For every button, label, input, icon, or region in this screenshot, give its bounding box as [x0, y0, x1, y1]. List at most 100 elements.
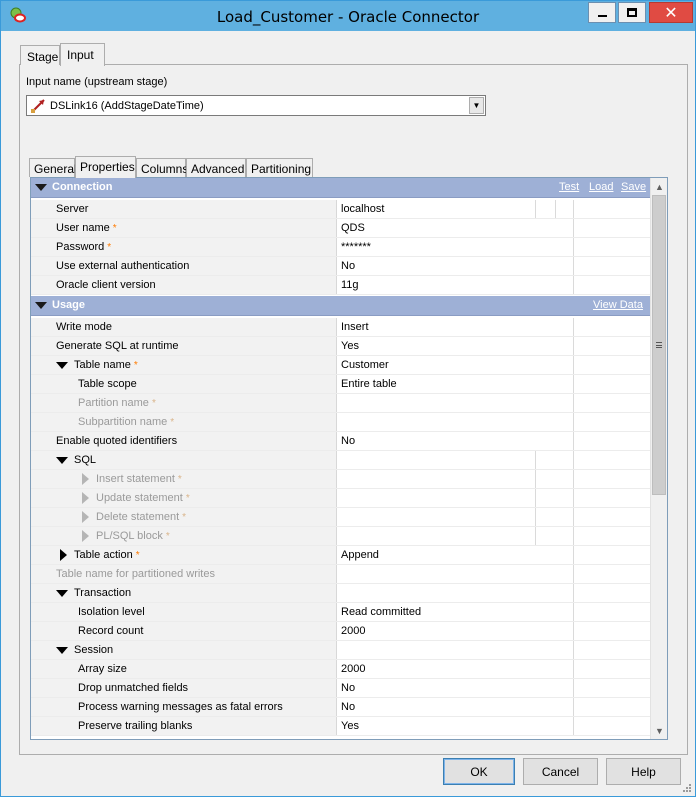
property-row-delete-statement[interactable]: Delete statement *	[31, 508, 650, 527]
tab-stage[interactable]: Stage	[20, 45, 60, 65]
tab-partitioning[interactable]: Partitioning	[246, 158, 313, 177]
expand-triangle-icon[interactable]	[56, 590, 68, 597]
property-row-preserve-trailing-blanks[interactable]: Preserve trailing blanks Yes	[31, 717, 650, 736]
test-link[interactable]: Test	[559, 181, 579, 193]
property-value-cell[interactable]: localhost	[336, 200, 650, 218]
properties-grid: Connection Test Load Save Server localhost Use…	[30, 177, 668, 740]
property-value-cell[interactable]: 2000	[336, 622, 650, 640]
property-value-cell[interactable]: Yes	[336, 717, 650, 735]
collapsed-triangle-icon[interactable]	[82, 511, 89, 523]
minimize-button[interactable]	[588, 2, 616, 23]
tab-advanced[interactable]: Advanced	[186, 158, 246, 177]
close-button[interactable]: ✕	[649, 2, 693, 23]
property-value-cell[interactable]	[336, 584, 650, 602]
property-row-table-scope[interactable]: Table scope Entire table	[31, 375, 650, 394]
property-value-cell[interactable]: QDS	[336, 219, 650, 237]
help-button[interactable]: Help	[606, 758, 681, 785]
property-row-server[interactable]: Server localhost	[31, 200, 650, 219]
save-link[interactable]: Save	[621, 181, 646, 193]
property-row-transaction[interactable]: Transaction	[31, 584, 650, 603]
collapsed-triangle-icon[interactable]	[82, 492, 89, 504]
collapse-triangle-icon[interactable]	[35, 302, 47, 309]
property-row-insert-statement[interactable]: Insert statement *	[31, 470, 650, 489]
property-value-cell[interactable]: Append	[336, 546, 650, 564]
property-value-cell[interactable]	[336, 508, 650, 526]
property-name: Update statement *	[96, 492, 190, 504]
property-label: Enable quoted identifiers	[56, 435, 178, 447]
usage-section-header[interactable]: Usage View Data	[31, 296, 650, 316]
property-value-cell[interactable]	[336, 527, 650, 545]
property-value-cell[interactable]: Read committed	[336, 603, 650, 621]
tab-general[interactable]: General	[29, 158, 77, 177]
property-value-cell[interactable]: Customer	[336, 356, 650, 374]
expand-triangle-icon[interactable]	[56, 647, 68, 654]
property-value-cell[interactable]: No	[336, 679, 650, 697]
property-row-array-size[interactable]: Array size 2000	[31, 660, 650, 679]
property-row-sql[interactable]: SQL	[31, 451, 650, 470]
property-name: Table name for partitioned writes	[56, 568, 215, 580]
connection-section-header[interactable]: Connection Test Load Save	[31, 178, 650, 198]
scroll-up-button[interactable]: ▲	[651, 178, 667, 195]
title-bar[interactable]: Load_Customer - Oracle Connector ✕	[1, 1, 695, 31]
property-row-table-name[interactable]: Table name * Customer	[31, 356, 650, 375]
property-value-cell[interactable]	[336, 489, 650, 507]
property-row-session[interactable]: Session	[31, 641, 650, 660]
collapse-triangle-icon[interactable]	[35, 184, 47, 191]
ok-button[interactable]: OK	[443, 758, 515, 785]
property-row-generate-sql-at-runtime[interactable]: Generate SQL at runtime Yes	[31, 337, 650, 356]
scroll-thumb[interactable]	[652, 195, 666, 495]
property-row-table-name-for-partitioned-writes[interactable]: Table name for partitioned writes	[31, 565, 650, 584]
property-row-use-external-authentication[interactable]: Use external authentication No	[31, 257, 650, 276]
property-value-cell[interactable]	[336, 641, 650, 659]
property-row-isolation-level[interactable]: Isolation level Read committed	[31, 603, 650, 622]
property-value-cell[interactable]: 2000	[336, 660, 650, 678]
property-row-enable-quoted-identifiers[interactable]: Enable quoted identifiers No	[31, 432, 650, 451]
property-value-cell[interactable]: 11g	[336, 276, 650, 294]
property-value-cell[interactable]: No	[336, 257, 650, 275]
vertical-scrollbar[interactable]: ▲ ▼	[650, 178, 667, 739]
input-link-dropdown[interactable]: DSLink16 (AddStageDateTime) ▼	[26, 95, 486, 116]
property-label: Table scope	[78, 378, 137, 390]
collapsed-triangle-icon[interactable]	[82, 530, 89, 542]
resize-grip-icon[interactable]	[682, 783, 692, 793]
property-value-cell[interactable]: No	[336, 698, 650, 716]
property-row-password[interactable]: Password * *******	[31, 238, 650, 257]
expand-triangle-icon[interactable]	[56, 457, 68, 464]
property-row-record-count[interactable]: Record count 2000	[31, 622, 650, 641]
property-value-cell[interactable]	[336, 565, 650, 583]
property-value-cell[interactable]: No	[336, 432, 650, 450]
property-value-cell[interactable]: Insert	[336, 318, 650, 336]
property-name: Session	[74, 644, 113, 656]
property-value-cell[interactable]	[336, 394, 650, 412]
property-row-write-mode[interactable]: Write mode Insert	[31, 318, 650, 337]
dropdown-button[interactable]: ▼	[469, 97, 484, 114]
tab-columns[interactable]: Columns	[136, 158, 188, 177]
expand-triangle-icon[interactable]	[56, 362, 68, 369]
property-name: Write mode	[56, 321, 112, 333]
property-row-partition-name[interactable]: Partition name *	[31, 394, 650, 413]
load-link[interactable]: Load	[589, 181, 613, 193]
property-row-oracle-client-version[interactable]: Oracle client version 11g	[31, 276, 650, 295]
property-value-cell[interactable]: *******	[336, 238, 650, 256]
property-value-cell[interactable]: Entire table	[336, 375, 650, 393]
maximize-button[interactable]	[618, 2, 646, 23]
property-row-pl-sql-block[interactable]: PL/SQL block *	[31, 527, 650, 546]
view-data-link[interactable]: View Data	[593, 299, 643, 311]
property-row-update-statement[interactable]: Update statement *	[31, 489, 650, 508]
collapsed-triangle-icon[interactable]	[60, 549, 67, 561]
property-value-cell[interactable]: Yes	[336, 337, 650, 355]
property-value-cell[interactable]	[336, 470, 650, 488]
cell-divider	[573, 318, 574, 336]
property-row-process-warning-messages-as-fatal-errors[interactable]: Process warning messages as fatal errors…	[31, 698, 650, 717]
collapsed-triangle-icon[interactable]	[82, 473, 89, 485]
property-value-cell[interactable]	[336, 413, 650, 431]
property-row-drop-unmatched-fields[interactable]: Drop unmatched fields No	[31, 679, 650, 698]
property-row-table-action[interactable]: Table action * Append	[31, 546, 650, 565]
property-row-user-name[interactable]: User name * QDS	[31, 219, 650, 238]
property-value-cell[interactable]	[336, 451, 650, 469]
scroll-down-button[interactable]: ▼	[651, 722, 667, 739]
property-row-subpartition-name[interactable]: Subpartition name *	[31, 413, 650, 432]
tab-properties[interactable]: Properties	[75, 156, 136, 178]
tab-input[interactable]: Input	[60, 43, 105, 66]
cancel-button[interactable]: Cancel	[523, 758, 598, 785]
